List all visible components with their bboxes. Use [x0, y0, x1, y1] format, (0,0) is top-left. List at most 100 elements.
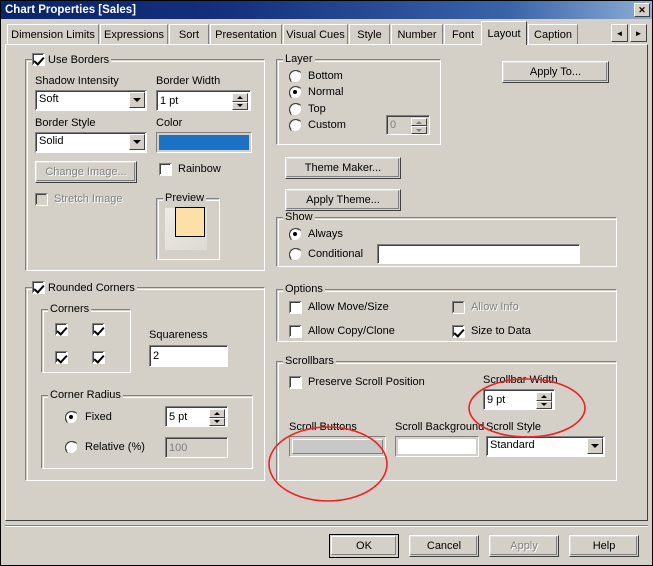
layer-custom-stepper — [411, 118, 427, 134]
preserve-scroll-position-checkbox[interactable] — [289, 376, 302, 389]
stepper-up-icon[interactable] — [232, 93, 248, 102]
allow-copy-clone-checkbox[interactable] — [289, 325, 302, 338]
layer-bottom-radio[interactable] — [289, 70, 303, 84]
show-conditional-radio[interactable] — [289, 248, 303, 262]
allow-info-label: Allow Info — [471, 301, 519, 313]
layer-normal-radio[interactable] — [289, 86, 303, 100]
scroll-background-label: Scroll Background — [395, 421, 485, 433]
stepper-down-icon[interactable] — [536, 400, 552, 409]
squareness-field[interactable]: 2 — [149, 345, 228, 367]
stepper-up-icon[interactable] — [536, 392, 552, 401]
border-style-combo[interactable]: Solid — [35, 132, 147, 153]
rainbow-label: Rainbow — [178, 163, 221, 175]
tab-sort[interactable]: Sort — [169, 24, 209, 44]
scroll-style-combo[interactable]: Standard — [486, 436, 605, 457]
tab-dimension-limits[interactable]: Dimension Limits — [7, 24, 99, 44]
rainbow-checkbox[interactable] — [159, 163, 172, 176]
use-borders-group: Use Borders Shadow Intensity Soft Border… — [25, 53, 265, 271]
scrollbar-width-field[interactable]: 9 pt — [483, 389, 555, 410]
scroll-buttons-fill — [292, 439, 383, 454]
show-label: Show — [283, 211, 315, 223]
tab-caption[interactable]: Caption — [528, 24, 578, 44]
border-style-value: Solid — [39, 135, 64, 147]
size-to-data-label: Size to Data — [471, 325, 531, 337]
radius-fixed-radio[interactable] — [65, 411, 79, 425]
corner-bottom-left-checkbox[interactable] — [55, 351, 68, 364]
radius-fixed-field[interactable]: 5 pt — [165, 406, 228, 427]
radius-relative-label: Relative (%) — [85, 441, 145, 453]
scrollbars-label: Scrollbars — [283, 355, 336, 367]
rounded-corners-group: Rounded Corners Corners Squareness 2 Cor… — [25, 281, 265, 481]
scrollbar-width-value: 9 pt — [487, 393, 506, 406]
border-style-label: Border Style — [35, 117, 96, 129]
size-to-data-checkbox[interactable] — [452, 325, 465, 338]
chevron-down-icon[interactable] — [129, 134, 145, 150]
radius-fixed-value: 5 pt — [169, 410, 188, 423]
radius-fixed-stepper[interactable] — [209, 409, 225, 426]
border-width-label: Border Width — [156, 75, 221, 87]
help-button[interactable]: Help — [569, 535, 639, 557]
tab-font[interactable]: Font — [444, 24, 482, 44]
tab-presentation[interactable]: Presentation — [210, 24, 282, 44]
scroll-style-label: Scroll Style — [486, 421, 542, 433]
theme-maker-button[interactable]: Theme Maker... — [285, 157, 401, 179]
squareness-label: Squareness — [149, 329, 208, 341]
scroll-background-fill — [398, 439, 476, 454]
stepper-down-icon[interactable] — [209, 417, 225, 426]
corner-radius-group: Corner Radius Fixed 5 pt Relative (%) 10… — [41, 389, 253, 469]
layer-top-label: Top — [308, 103, 326, 115]
layer-top-radio[interactable] — [289, 103, 303, 117]
tab-scroll-right-icon[interactable]: ► — [630, 24, 647, 42]
tab-visual-cues[interactable]: Visual Cues — [283, 24, 348, 44]
allow-move-size-checkbox[interactable] — [289, 301, 302, 314]
stepper-down-icon[interactable] — [232, 101, 248, 110]
cancel-button[interactable]: Cancel — [409, 535, 479, 557]
tab-expressions[interactable]: Expressions — [100, 24, 168, 44]
radius-relative-value: 100 — [169, 441, 188, 454]
stepper-up-icon[interactable] — [209, 409, 225, 418]
stepper-up-icon — [411, 118, 427, 126]
shadow-intensity-combo[interactable]: Soft — [35, 90, 147, 111]
scroll-buttons-swatch[interactable] — [289, 436, 386, 457]
use-borders-header: Use Borders — [32, 53, 112, 66]
tab-layout[interactable]: Layout — [481, 21, 527, 45]
rounded-corners-header: Rounded Corners — [32, 281, 137, 294]
border-width-value: 1 pt — [160, 94, 179, 107]
border-color-fill — [159, 135, 249, 150]
shadow-intensity-value: Soft — [39, 93, 59, 105]
ok-button[interactable]: OK — [329, 534, 399, 558]
chevron-down-icon[interactable] — [587, 438, 603, 454]
corner-top-right-checkbox[interactable] — [92, 323, 105, 336]
window-controls: ✕ — [634, 3, 652, 17]
scroll-buttons-label: Scroll Buttons — [289, 421, 357, 433]
show-conditional-field[interactable] — [377, 244, 580, 264]
chevron-down-icon[interactable] — [129, 92, 145, 108]
use-borders-checkbox[interactable] — [32, 53, 45, 66]
title-bar[interactable]: Chart Properties [Sales] ✕ — [1, 1, 652, 19]
border-color-swatch[interactable] — [156, 132, 252, 153]
border-width-stepper[interactable] — [232, 93, 248, 110]
layer-custom-radio[interactable] — [289, 119, 303, 133]
tab-style[interactable]: Style — [349, 24, 390, 44]
show-conditional-label: Conditional — [308, 248, 364, 260]
corner-bottom-right-checkbox[interactable] — [92, 351, 105, 364]
stepper-down-icon — [411, 126, 427, 134]
border-width-field[interactable]: 1 pt — [156, 90, 251, 111]
show-always-radio[interactable] — [289, 228, 303, 242]
radius-fixed-label: Fixed — [85, 411, 112, 423]
apply-theme-button[interactable]: Apply Theme... — [285, 189, 401, 211]
scrollbar-width-stepper[interactable] — [536, 392, 552, 409]
apply-to-button[interactable]: Apply To... — [502, 61, 609, 83]
radius-relative-radio[interactable] — [65, 441, 79, 455]
preview-group: Preview — [156, 192, 220, 260]
scroll-background-swatch[interactable] — [395, 436, 479, 457]
radius-relative-field: 100 — [165, 437, 228, 458]
tab-scroll-left-icon[interactable]: ◄ — [611, 24, 628, 42]
rounded-corners-checkbox[interactable] — [32, 281, 45, 294]
squareness-value: 2 — [153, 350, 160, 362]
layout-tab-panel: Use Borders Shadow Intensity Soft Border… — [5, 44, 648, 521]
change-image-button: Change Image... — [35, 161, 137, 183]
corner-top-left-checkbox[interactable] — [55, 323, 68, 336]
close-icon[interactable]: ✕ — [634, 3, 650, 17]
tab-number[interactable]: Number — [391, 24, 443, 44]
